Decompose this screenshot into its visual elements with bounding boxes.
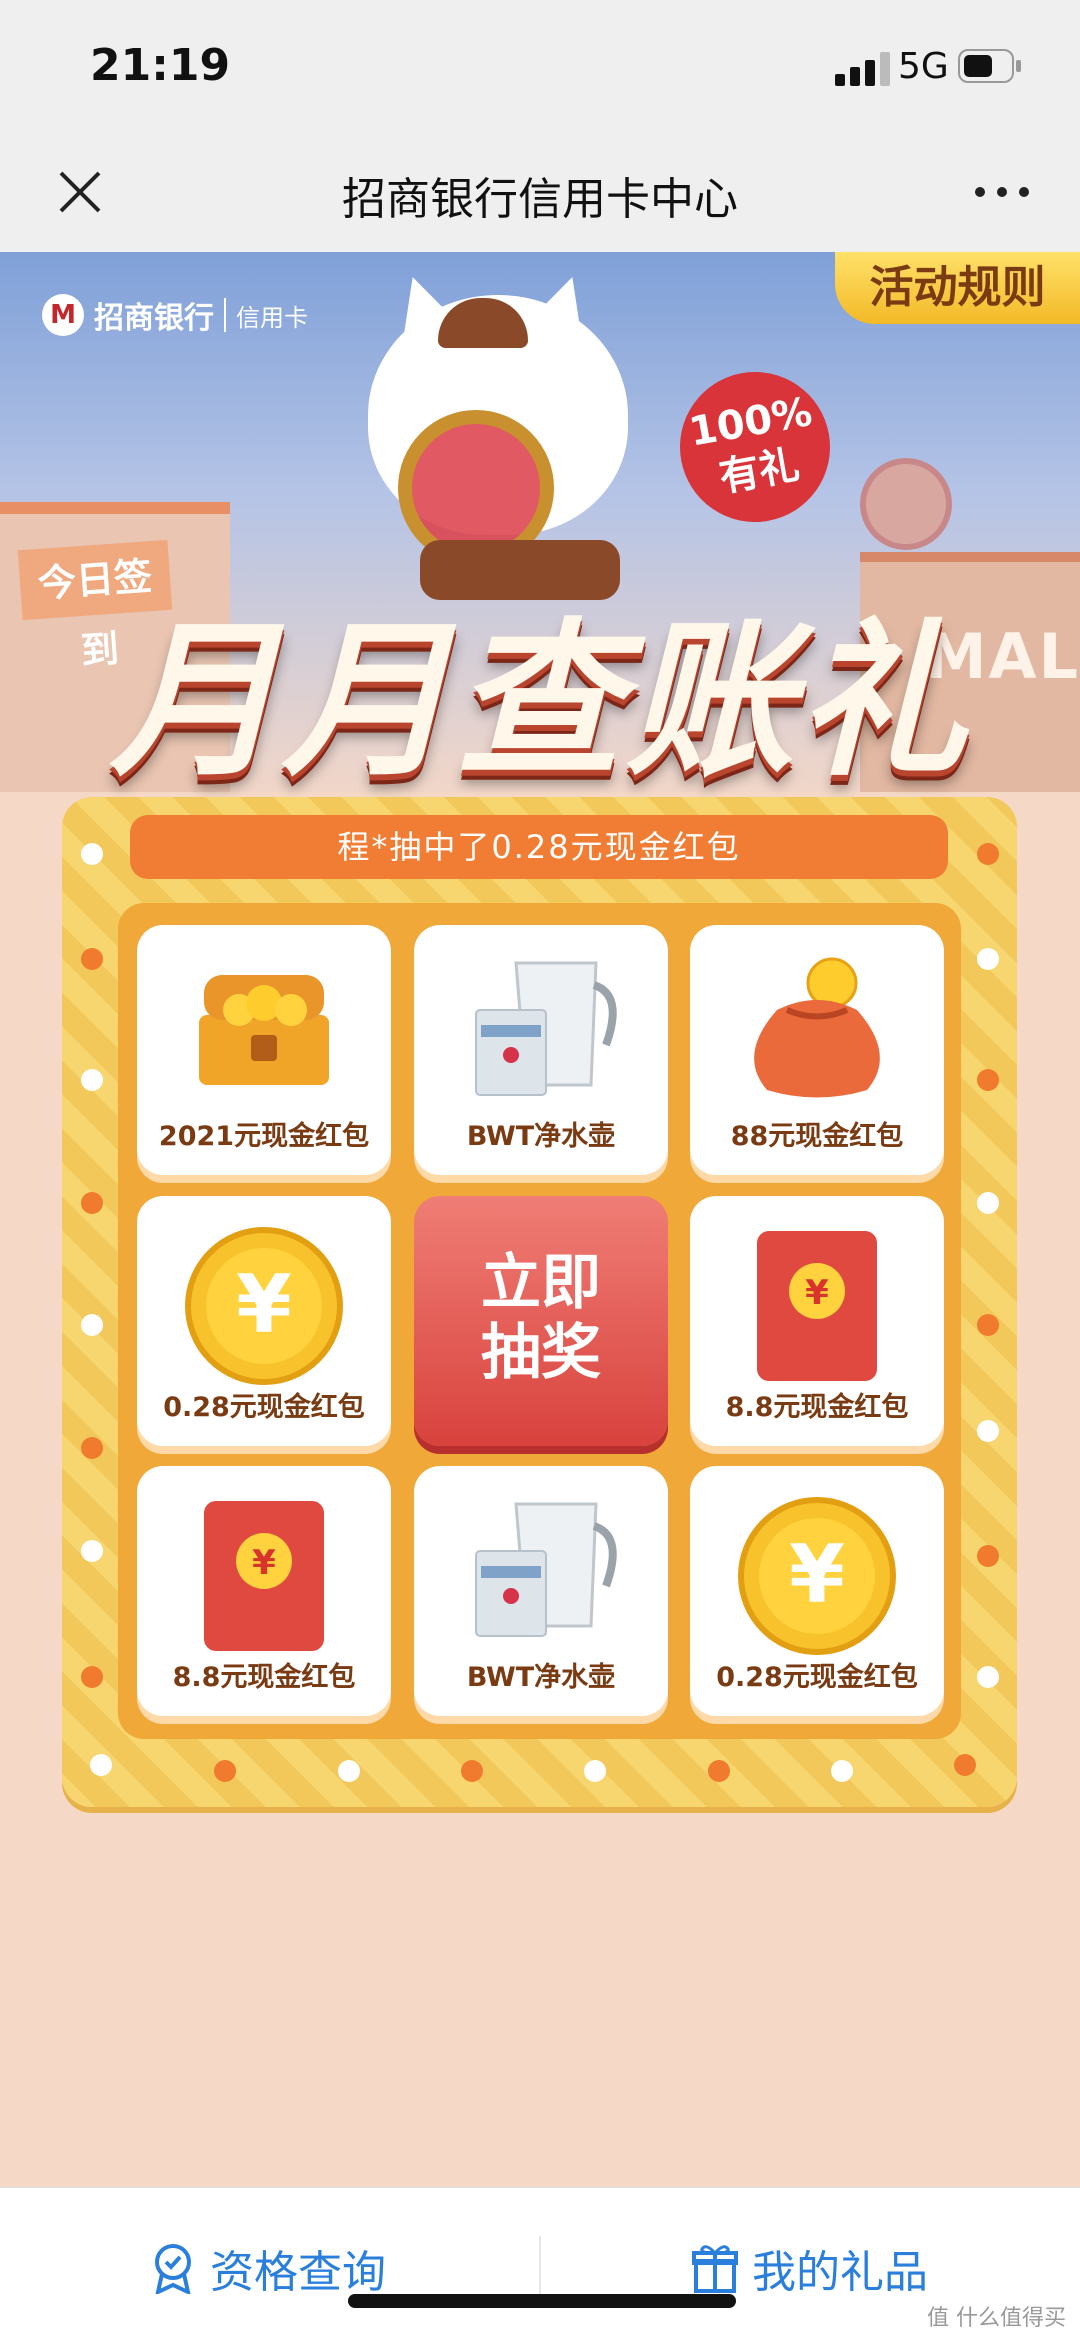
prize-cell: ¥ 8.8元现金红包 [690, 1196, 944, 1446]
prize-cell: 2021元现金红包 [137, 925, 391, 1175]
prize-label: 88元现金红包 [730, 1121, 904, 1152]
network-label: 5G [898, 46, 949, 87]
board-light [81, 948, 103, 970]
svg-text:¥: ¥ [236, 1258, 292, 1351]
board-light [977, 1314, 999, 1336]
status-time: 21:19 [90, 40, 231, 91]
board-light [81, 843, 103, 865]
page-title: 招商银行信用卡中心 [342, 174, 738, 225]
draw-button-line1: 立即 [481, 1248, 601, 1318]
board-light [977, 1666, 999, 1688]
more-icon[interactable] [972, 177, 1032, 207]
badge-icon [155, 2244, 191, 2294]
bank-logo: M 招商银行 信用卡 [42, 290, 308, 340]
board-light [461, 1760, 483, 1782]
prize-label: 0.28元现金红包 [163, 1392, 365, 1423]
board-light [338, 1760, 360, 1782]
bank-name: 招商银行 [94, 301, 214, 336]
prize-label: BWT净水壶 [466, 1121, 616, 1152]
board-light [81, 1437, 103, 1459]
prize-cell: 88元现金红包 [690, 925, 944, 1175]
bottom-tab-bar: 资格查询 我的礼品 [0, 2187, 1080, 2338]
board-light [81, 1540, 103, 1562]
svg-text:¥: ¥ [789, 1528, 845, 1621]
board-light [977, 948, 999, 970]
prize-label: BWT净水壶 [466, 1662, 616, 1693]
tab-eligibility-label: 资格查询 [210, 2247, 386, 2298]
board-light [81, 1192, 103, 1214]
money-bag-icon [754, 957, 880, 1098]
prize-label: 2021元现金红包 [158, 1121, 370, 1152]
svg-text:¥: ¥ [805, 1273, 829, 1313]
board-light [584, 1760, 606, 1782]
board-light [90, 1754, 112, 1776]
red-envelope-icon: ¥ [757, 1231, 877, 1381]
watermark: 值 什么值得买 [927, 2306, 1066, 2331]
tab-my-gifts-label: 我的礼品 [752, 2247, 928, 2298]
banner-title: 月月查账礼 [110, 603, 970, 799]
film-reel-icon [860, 458, 952, 550]
board-light [81, 1666, 103, 1688]
tab-eligibility[interactable]: 资格查询 [150, 2238, 386, 2298]
battery-icon [958, 49, 1021, 83]
bank-logo-icon: M [42, 294, 84, 336]
draw-button-line2: 抽奖 [481, 1318, 601, 1388]
board-light [977, 1069, 999, 1091]
svg-text:¥: ¥ [252, 1543, 276, 1583]
signal-icon [835, 52, 890, 86]
card-label: 信用卡 [236, 303, 308, 332]
board-light [708, 1760, 730, 1782]
status-bar: 21:19 5G [0, 0, 1080, 135]
draw-button[interactable]: 立即 抽奖 [414, 1196, 668, 1446]
home-indicator [348, 2294, 736, 2308]
board-light [214, 1760, 236, 1782]
nav-bar: 招商银行信用卡中心 [0, 135, 1080, 252]
yuan-coin-icon: ¥ [185, 1227, 343, 1385]
prize-cell: ¥ 8.8元现金红包 [137, 1466, 391, 1716]
yuan-coin-icon: ¥ [738, 1497, 896, 1655]
rules-button[interactable]: 活动规则 [835, 252, 1080, 324]
board-light [977, 1545, 999, 1567]
prize-cell: ¥ 0.28元现金红包 [690, 1466, 944, 1716]
board-light [977, 1420, 999, 1442]
prize-label: 8.8元现金红包 [172, 1662, 356, 1693]
board-light [81, 1314, 103, 1336]
board-light [977, 1192, 999, 1214]
treasure-chest-icon [199, 975, 329, 1085]
board-light [977, 843, 999, 865]
gift-icon [692, 2245, 738, 2293]
prize-label: 0.28元现金红包 [716, 1662, 918, 1693]
board-light [81, 1069, 103, 1091]
water-pitcher-icon [475, 961, 617, 1096]
tab-divider [539, 2236, 541, 2296]
tab-my-gifts[interactable]: 我的礼品 [692, 2238, 928, 2298]
prize-cell: ¥ 0.28元现金红包 [137, 1196, 391, 1446]
prize-label: 8.8元现金红包 [725, 1392, 909, 1423]
board-light [831, 1760, 853, 1782]
red-envelope-icon: ¥ [204, 1501, 324, 1651]
winner-ticker: 程*抽中了0.28元现金红包 [130, 815, 948, 879]
board-light [954, 1754, 976, 1776]
logo-divider [224, 298, 226, 332]
prize-cell: BWT净水壶 [414, 1466, 668, 1716]
prize-cell: BWT净水壶 [414, 925, 668, 1175]
water-pitcher-icon [475, 1502, 617, 1637]
